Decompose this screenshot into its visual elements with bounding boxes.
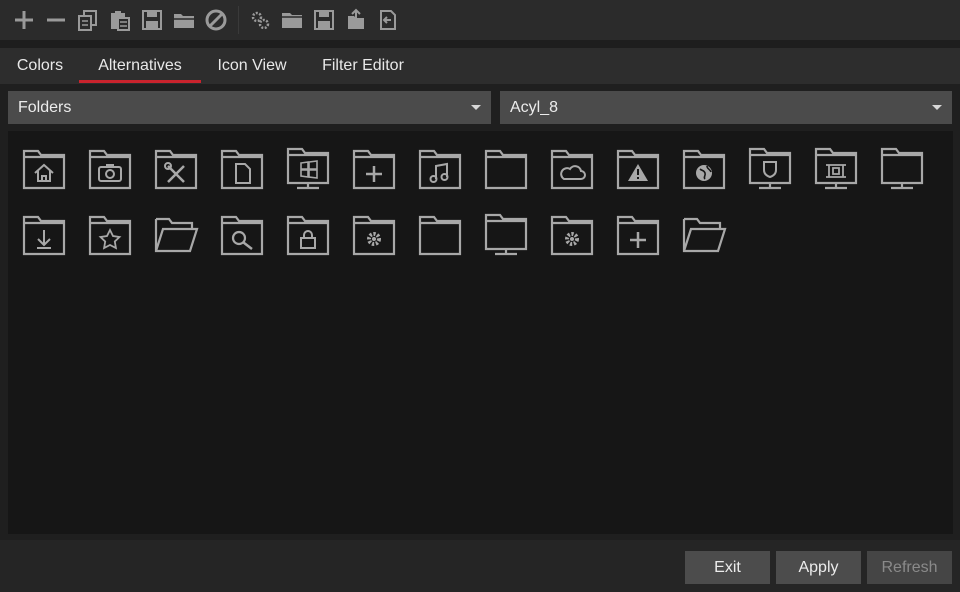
folder-pictures-icon[interactable] [813,145,859,191]
folder-monitor-icon[interactable] [879,145,925,191]
apply-button[interactable]: Apply [776,551,861,584]
category-select-value: Folders [18,98,72,116]
toolbar-separator [238,6,239,34]
copy-icon[interactable] [76,8,100,32]
folder-document-icon[interactable] [219,145,265,191]
paste-icon[interactable] [108,8,132,32]
folder-settings-2-icon[interactable] [549,211,595,257]
exit-button[interactable]: Exit [685,551,770,584]
save-icon[interactable] [140,8,164,32]
folder-music-icon[interactable] [417,145,463,191]
add-icon[interactable] [12,8,36,32]
folder-download-icon[interactable] [21,211,67,257]
folder-plain-icon[interactable] [483,145,529,191]
folder-open-icon[interactable] [153,211,199,257]
folder-star-icon[interactable] [87,211,133,257]
tab-colors[interactable]: Colors [6,48,74,84]
settings-icon[interactable] [248,8,272,32]
folder-home-icon[interactable] [21,145,67,191]
folder-add-2-icon[interactable] [615,211,661,257]
folder-icon[interactable] [280,8,304,32]
toolbar [0,0,960,40]
folder-tools-icon[interactable] [153,145,199,191]
theme-select[interactable]: Acyl_8 [500,91,952,124]
tab-icon-view[interactable]: Icon View [206,48,298,84]
folder-globe-icon[interactable] [681,145,727,191]
theme-select-value: Acyl_8 [510,98,559,116]
folder-warning-icon[interactable] [615,145,661,191]
disable-icon[interactable] [204,8,228,32]
remove-icon[interactable] [44,8,68,32]
refresh-button[interactable]: Refresh [867,551,952,584]
folder-search-icon[interactable] [219,211,265,257]
import-icon[interactable] [376,8,400,32]
open-folder-icon[interactable] [172,8,196,32]
folder-settings-icon[interactable] [351,211,397,257]
folder-shield-icon[interactable] [747,145,793,191]
toolbar-divider [0,40,960,48]
folder-lock-icon[interactable] [285,211,331,257]
chevron-down-icon [471,105,481,110]
folder-windows-icon[interactable] [285,145,331,191]
folder-cloud-icon[interactable] [549,145,595,191]
folder-camera-icon[interactable] [87,145,133,191]
tab-filter-editor[interactable]: Filter Editor [306,48,420,84]
export-icon[interactable] [344,8,368,32]
save-alt-icon[interactable] [312,8,336,32]
folder-plain-2-icon[interactable] [417,211,463,257]
chevron-down-icon [932,105,942,110]
icon-grid [8,131,953,534]
tab-bar: Colors Alternatives Icon View Filter Edi… [0,48,960,84]
folder-network-icon[interactable] [483,211,529,257]
category-select[interactable]: Folders [8,91,491,124]
tab-alternatives[interactable]: Alternatives [79,48,201,84]
folder-add-icon[interactable] [351,145,397,191]
folder-open-2-icon[interactable] [681,211,727,257]
